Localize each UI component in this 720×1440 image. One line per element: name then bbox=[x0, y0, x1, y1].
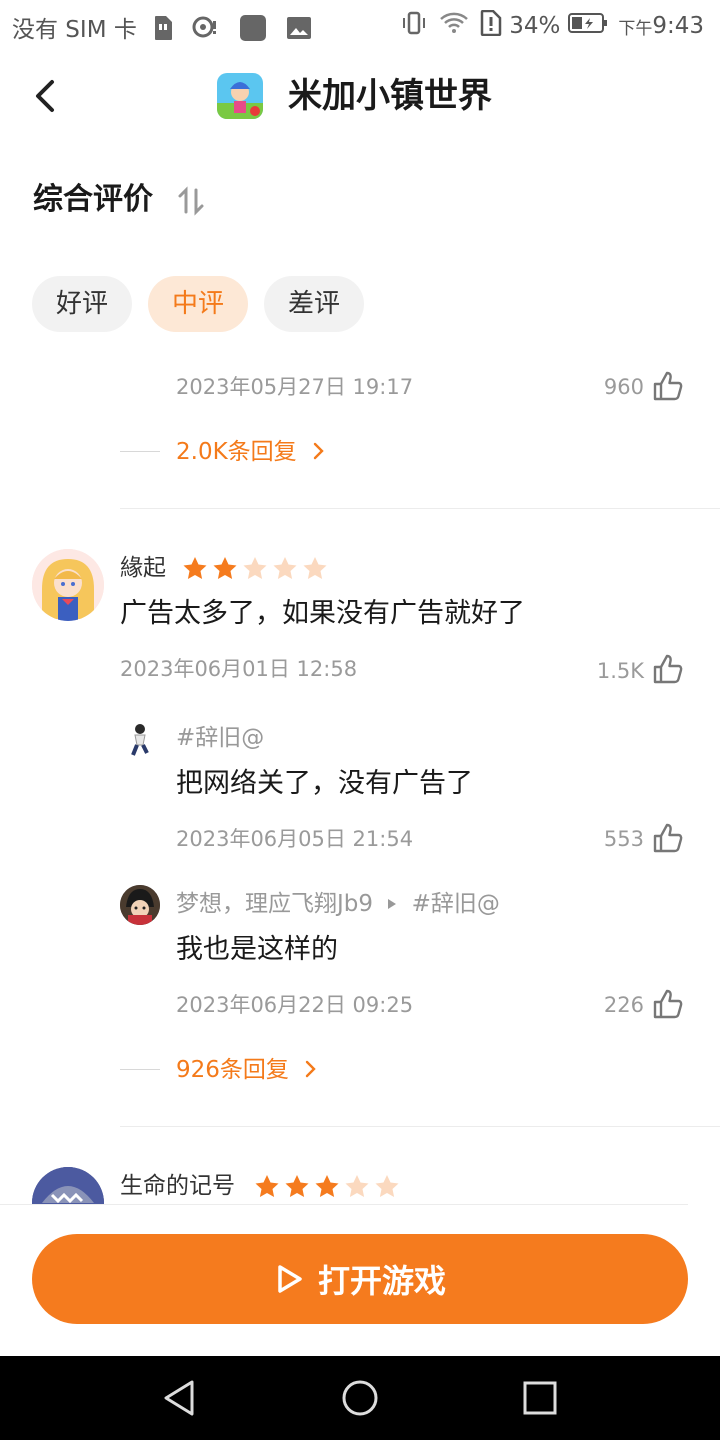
reply-username[interactable]: #辞旧@ bbox=[176, 721, 264, 755]
star-icon bbox=[255, 1175, 279, 1197]
sim-card-icon bbox=[152, 15, 174, 47]
like-count: 960 bbox=[603, 375, 644, 399]
review-text: 广告太多了，如果没有广告就好了 bbox=[120, 598, 525, 629]
system-nav-bar bbox=[0, 1356, 720, 1440]
review-username[interactable]: 緣起 bbox=[120, 551, 166, 585]
circle-home-icon bbox=[342, 1380, 378, 1416]
comment-date: 2023年06月05日 21:54 bbox=[176, 827, 414, 851]
back-button[interactable] bbox=[26, 72, 70, 120]
like-count: 553 bbox=[603, 827, 644, 851]
chevron-right-icon bbox=[306, 1060, 316, 1078]
avatar[interactable] bbox=[120, 885, 160, 925]
sort-button[interactable] bbox=[176, 186, 208, 216]
play-icon bbox=[278, 1265, 302, 1293]
section-title: 综合评价 bbox=[33, 182, 153, 217]
bottom-action-bar: 打开游戏 bbox=[0, 1204, 720, 1356]
divider bbox=[120, 508, 720, 509]
view-replies-link[interactable]: 926条回复 bbox=[176, 1053, 318, 1087]
reply-divider-line bbox=[120, 1069, 160, 1070]
status-left: 没有 SIM 卡 bbox=[12, 10, 312, 48]
time-prefix: 下午 bbox=[618, 18, 653, 39]
star-icon bbox=[303, 557, 327, 579]
reply-text: 我也是这样的 bbox=[176, 934, 338, 965]
avatar[interactable] bbox=[120, 719, 160, 759]
star-icon bbox=[213, 557, 237, 579]
play-arrow-icon bbox=[388, 899, 397, 909]
divider bbox=[120, 1126, 720, 1127]
view-replies-link[interactable]: 2.0K条回复 bbox=[176, 435, 326, 469]
rating-stars bbox=[182, 556, 328, 580]
comment-date: 2023年06月22日 09:25 bbox=[176, 993, 414, 1017]
star-icon bbox=[315, 1175, 339, 1197]
gallery-icon bbox=[286, 16, 312, 46]
app-notification-icon bbox=[239, 14, 267, 48]
filter-bad[interactable]: 差评 bbox=[264, 276, 364, 332]
star-icon bbox=[345, 1175, 369, 1197]
thumbs-up-icon[interactable] bbox=[652, 822, 684, 854]
comment-date: 2023年06月01日 12:58 bbox=[120, 657, 358, 681]
sort-icon bbox=[178, 186, 204, 216]
battery-percent: 34% bbox=[509, 13, 561, 39]
chevron-left-icon bbox=[36, 80, 54, 112]
like-count: 226 bbox=[603, 993, 644, 1017]
triangle-back-icon bbox=[164, 1380, 194, 1416]
nav-back-button[interactable] bbox=[160, 1378, 200, 1418]
thumbs-up-icon[interactable] bbox=[652, 988, 684, 1020]
filter-neutral[interactable]: 中评 bbox=[148, 276, 248, 332]
nav-home-button[interactable] bbox=[340, 1378, 380, 1418]
open-game-button[interactable]: 打开游戏 bbox=[32, 1234, 688, 1324]
reply-to-username[interactable]: #辞旧@ bbox=[412, 891, 500, 917]
avatar[interactable] bbox=[32, 549, 104, 621]
carrier-text: 没有 SIM 卡 bbox=[12, 17, 137, 43]
star-icon bbox=[183, 557, 207, 579]
like-count: 1.5K bbox=[596, 659, 644, 683]
clock: 9:43 bbox=[652, 13, 704, 39]
filter-good[interactable]: 好评 bbox=[32, 276, 132, 332]
thumbs-up-icon[interactable] bbox=[652, 653, 684, 685]
app-icon bbox=[217, 73, 263, 119]
comment-date: 2023年05月27日 19:17 bbox=[176, 375, 414, 399]
chevron-right-icon bbox=[313, 442, 324, 460]
square-recents-icon bbox=[523, 1381, 557, 1415]
nav-recents-button[interactable] bbox=[522, 1380, 558, 1416]
location-signal-icon bbox=[191, 15, 219, 47]
reply-text: 把网络关了，没有广告了 bbox=[176, 768, 473, 799]
page-title: 米加小镇世界 bbox=[288, 76, 492, 116]
wifi-icon bbox=[439, 11, 469, 41]
star-icon bbox=[375, 1175, 399, 1197]
battery-icon bbox=[568, 12, 608, 40]
reply-username-line: 梦想，理应飞翔Jb9 #辞旧@ bbox=[176, 887, 500, 921]
vibrate-icon bbox=[401, 11, 427, 41]
rating-stars bbox=[254, 1174, 400, 1198]
star-icon bbox=[243, 557, 267, 579]
status-right: 34% 下午 9:43 bbox=[401, 9, 704, 42]
divider bbox=[0, 1204, 688, 1205]
open-game-label: 打开游戏 bbox=[317, 1262, 446, 1300]
replies-count: 926条回复 bbox=[176, 1057, 289, 1083]
replies-count: 2.0K条回复 bbox=[176, 439, 297, 465]
thumbs-up-icon[interactable] bbox=[652, 370, 684, 402]
alert-icon bbox=[479, 9, 503, 42]
reply-username[interactable]: 梦想，理应飞翔Jb9 bbox=[176, 891, 373, 917]
review-username[interactable]: 生命的记号 bbox=[120, 1169, 235, 1203]
reply-divider-line bbox=[120, 451, 160, 452]
status-bar: 没有 SIM 卡 34% 下午 9:43 bbox=[0, 0, 720, 50]
star-icon bbox=[273, 557, 297, 579]
star-icon bbox=[285, 1175, 309, 1197]
